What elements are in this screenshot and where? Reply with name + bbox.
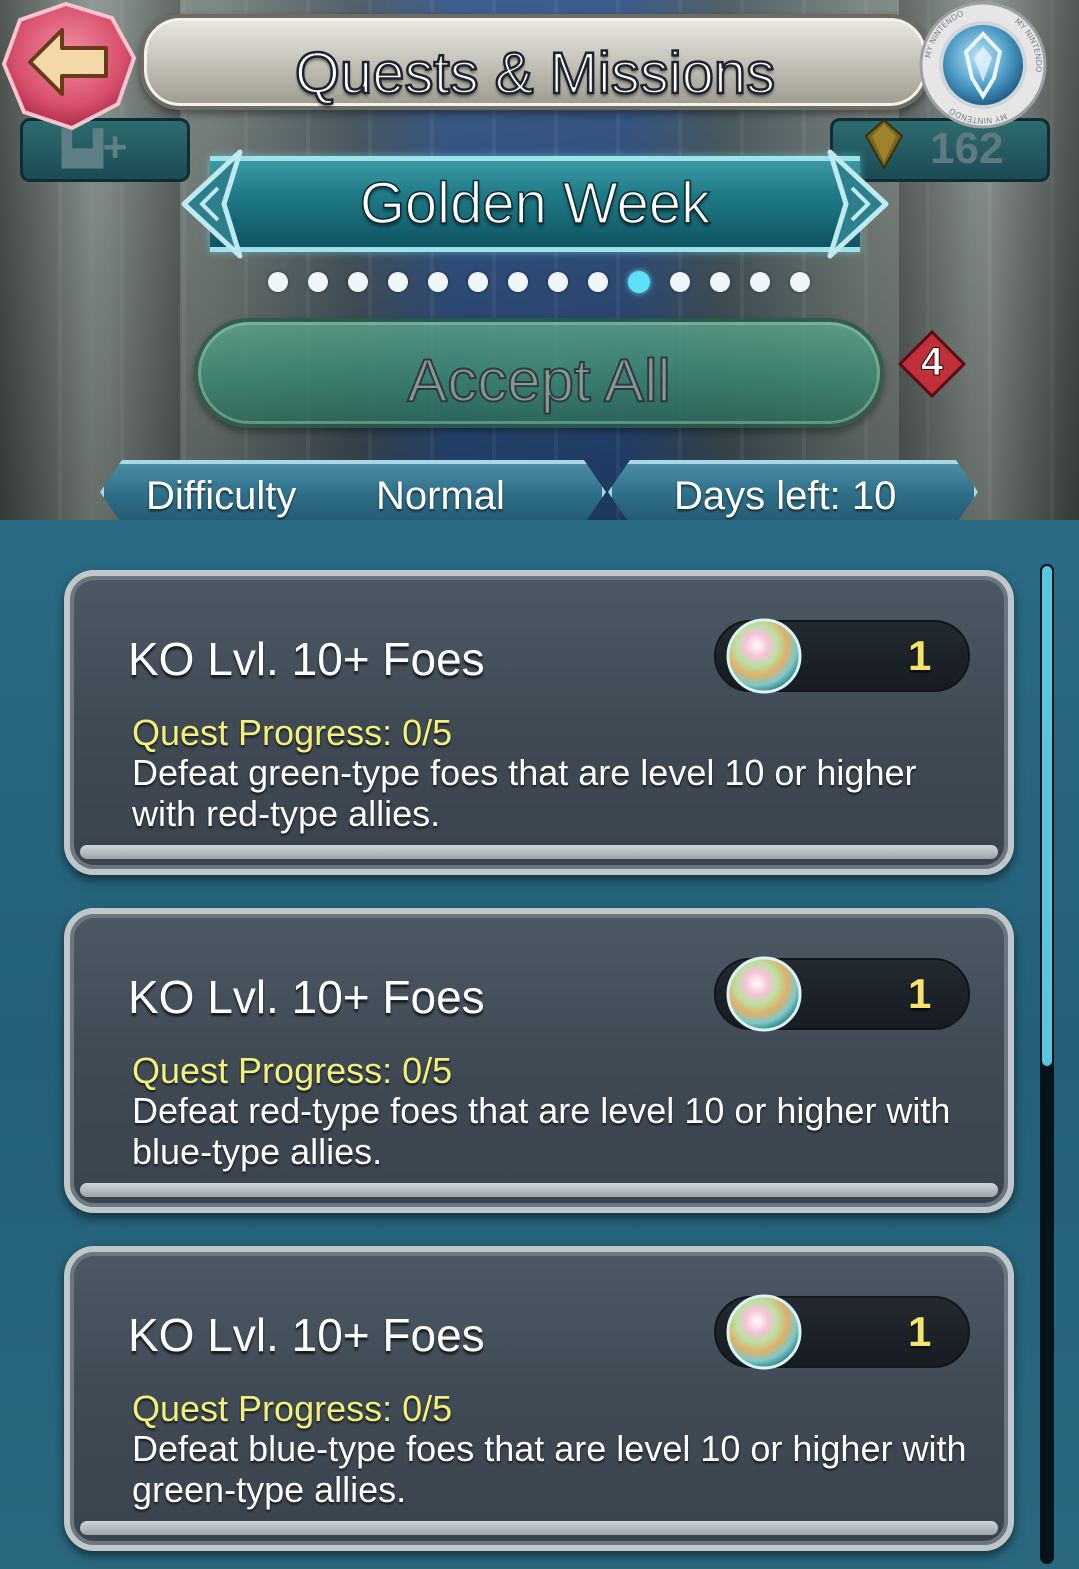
chevron-right-icon (827, 149, 889, 259)
page-dot[interactable] (308, 272, 328, 292)
page-dot[interactable] (588, 272, 608, 292)
page-dot[interactable] (268, 272, 288, 292)
orb-icon (726, 1294, 802, 1370)
orb-icon (726, 618, 802, 694)
page-dot[interactable] (548, 272, 568, 292)
quest-title: KO Lvl. 10+ Foes (128, 633, 485, 685)
my-nintendo-button[interactable]: MY NINTENDO MY NINTENDO MY NINTENDO (918, 0, 1048, 130)
my-nintendo-icon: MY NINTENDO MY NINTENDO MY NINTENDO (919, 1, 1047, 129)
quest-description: Defeat green-type foes that are level 10… (132, 752, 917, 834)
difficulty-value: Normal (376, 474, 505, 518)
back-arrow-icon (1, 1, 137, 131)
page-dot[interactable] (710, 272, 730, 292)
quest-progress: Quest Progress: 0/5 (132, 712, 453, 753)
header-bar: Quests & Missions (140, 14, 930, 110)
notification-badge: 4 (897, 329, 967, 399)
quest-card[interactable]: KO Lvl. 10+ Foes 1 Quest Progress: 0/5 D… (64, 570, 1014, 875)
quest-title: KO Lvl. 10+ Foes (128, 971, 485, 1023)
page-dot[interactable] (790, 272, 810, 292)
orb-count: 162 (930, 124, 1004, 173)
page-dot-active[interactable] (628, 271, 650, 293)
page-dot[interactable] (348, 272, 368, 292)
page-dot[interactable] (508, 272, 528, 292)
page-dot[interactable] (388, 272, 408, 292)
quest-card[interactable]: KO Lvl. 10+ Foes 1 Quest Progress: 0/5 D… (64, 908, 1014, 1213)
page-dot[interactable] (468, 272, 488, 292)
quest-progress: Quest Progress: 0/5 (132, 1050, 453, 1091)
event-banner: Golden Week (170, 148, 900, 260)
reward-count: 1 (908, 1308, 932, 1355)
accept-all-label: Accept All (406, 346, 671, 415)
quest-title: KO Lvl. 10+ Foes (128, 1309, 485, 1361)
next-event-button[interactable] (820, 148, 900, 260)
difficulty-pill[interactable]: Difficulty Normal (100, 460, 606, 524)
reward-count: 1 (908, 632, 932, 679)
days-left-pill: Days left: 10 (608, 460, 978, 524)
accept-all-button[interactable]: Accept All (194, 318, 884, 428)
scrollbar-thumb[interactable] (1042, 566, 1052, 1066)
quest-description: Defeat red-type foes that are level 10 o… (132, 1090, 951, 1172)
badge-count: 4 (920, 340, 944, 385)
page-indicator (268, 271, 810, 294)
difficulty-label: Difficulty (146, 474, 297, 518)
back-button[interactable] (0, 0, 140, 132)
page-dot[interactable] (750, 272, 770, 292)
days-left: Days left: 10 (674, 474, 897, 518)
page-dot[interactable] (670, 272, 690, 292)
event-title: Golden Week (359, 170, 711, 237)
page-title: Quests & Missions (294, 40, 777, 108)
quest-card[interactable]: KO Lvl. 10+ Foes 1 Quest Progress: 0/5 D… (64, 1246, 1014, 1551)
page-dot[interactable] (428, 272, 448, 292)
quest-progress: Quest Progress: 0/5 (132, 1388, 453, 1429)
quest-description: Defeat blue-type foes that are level 10 … (132, 1428, 967, 1510)
orb-icon (726, 956, 802, 1032)
reward-count: 1 (908, 970, 932, 1017)
